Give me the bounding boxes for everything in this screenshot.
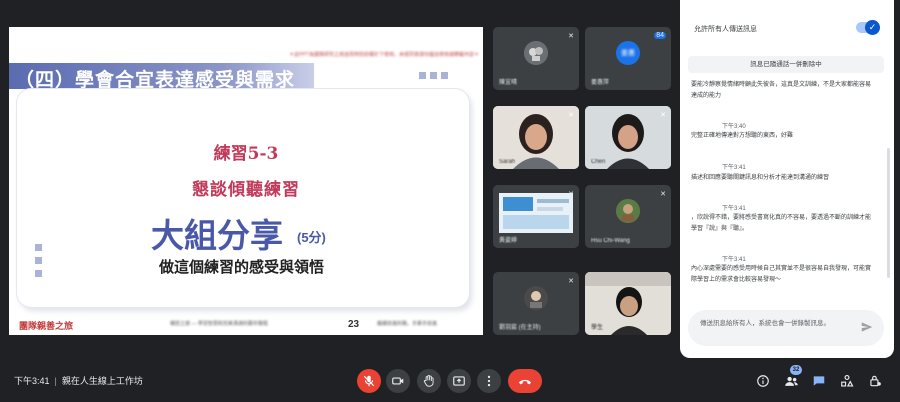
slide-decoration (35, 244, 42, 251)
slide-page-number: 23 (348, 319, 360, 330)
participant-tile[interactable]: 學生 (585, 272, 671, 335)
more-options-button[interactable] (477, 369, 501, 393)
slide-decoration (441, 72, 448, 79)
participant-tile[interactable]: ✕ Chen (585, 106, 671, 169)
slide-footer-logo: 團隊親善之旅 (19, 321, 74, 331)
hand-icon (423, 374, 434, 387)
chat-message-time: 下午3:40 (722, 124, 746, 130)
mic-muted-icon: ✕ (568, 33, 574, 40)
participant-tile[interactable]: ✕ 黃姿婷 (493, 185, 579, 248)
mic-toggle-button[interactable] (357, 369, 381, 393)
current-time: 下午3:41 (14, 376, 50, 386)
avatar (524, 286, 548, 310)
chat-message: 要能冷靜察覺情緒時顧此失彼各，這真是文訓練，不是大家都能容易達成的能力 (691, 82, 872, 99)
participant-name: 黃姿婷 (499, 238, 518, 244)
slide-decoration (419, 72, 426, 79)
chat-message-time: 下午3:41 (722, 165, 746, 171)
participant-tile[interactable]: ✕ Hsu Chi-Wang (585, 185, 671, 248)
slide-decoration (430, 72, 437, 79)
slide-body-text: 做這個練習的感受與領悟 (159, 259, 325, 276)
chat-panel: 允許所有人傳送訊息 ✓ 訊息已隨通話一併刪除中 要能冷靜察覺情緒時顧此失彼各，這… (680, 0, 894, 358)
end-call-icon (519, 379, 531, 385)
allow-messages-toggle[interactable]: ✓ (856, 20, 880, 35)
chat-message: 描述和回應要聽關鍵訊息和分析才能達到溝通的練習 (691, 175, 830, 181)
camera-toggle-button[interactable] (386, 369, 410, 393)
more-vert-icon (487, 375, 491, 387)
chat-message: 完整正確地傳達對方想聽的東西，好難 (691, 133, 794, 139)
avatar (616, 199, 640, 223)
slide-title: （四）學會合宜表達感受與需求 (15, 69, 296, 91)
chat-message-time: 下午3:41 (722, 257, 746, 263)
chat-message-input[interactable]: 傳送訊息給所有人，系統也會一併錄製訊息。 (700, 318, 850, 329)
chat-message-time: 下午3:41 (722, 206, 746, 212)
participant-name: Hsu Chi-Wang (591, 238, 630, 244)
meeting-info: 下午3:41 | 親在人生線上工作坊 (14, 374, 143, 387)
mic-muted-icon: ✕ (660, 112, 666, 119)
send-icon[interactable] (860, 320, 874, 334)
mic-muted-icon: ✕ (568, 112, 574, 119)
participant-name: Sarah (499, 159, 516, 165)
presentation-slide: ＊此PPT為團隊研究之用途而特別授權於下使用，未經同意請勿擅自使用或轉載內容＊ … (9, 27, 483, 335)
leave-call-button[interactable] (508, 369, 542, 393)
avatar (524, 41, 548, 65)
speaking-badge: 84 (654, 32, 666, 39)
participant-tile[interactable]: ✕ 陳宜晴 (493, 27, 579, 90)
lock-person-icon (870, 375, 881, 387)
mic-muted-icon: ✕ (568, 191, 574, 198)
participant-tile[interactable]: 姜惠 84 姜惠萍 (585, 27, 671, 90)
host-controls-button[interactable] (867, 373, 883, 389)
participant-name: 劉羽宸 (在主持) (499, 325, 541, 331)
mic-muted-icon: ✕ (568, 278, 574, 285)
participant-name: 學生 (591, 325, 604, 331)
chat-message: ，欣說得不錯，要將感受書寫化真的不容易，要透過不斷的訓練才能學習『說』與『聽』。 (691, 215, 872, 232)
participant-tile[interactable]: ✕ 劉羽宸 (在主持) (493, 272, 579, 335)
present-icon (453, 376, 465, 386)
mic-muted-icon: ✕ (660, 191, 666, 198)
chat-icon (813, 376, 825, 386)
meeting-details-button[interactable] (755, 373, 771, 389)
activities-icon (841, 374, 854, 387)
slide-footer-right-text: 繼續前進的路，手牽手前進 (377, 321, 438, 327)
slide-decoration (35, 257, 42, 264)
allow-messages-label: 允許所有人傳送訊息 (694, 26, 757, 33)
profile-photo-icon (616, 199, 640, 223)
activities-button[interactable] (839, 373, 855, 389)
check-icon: ✓ (865, 20, 880, 35)
mic-off-icon (363, 375, 375, 387)
chat-composer[interactable]: 傳送訊息給所有人，系統也會一併錄製訊息。 (688, 310, 884, 346)
slide-exercise-title: 懇談傾聽練習 (192, 180, 300, 200)
slide-footer-text: 親密之旅 — 學習智慧和完美溝通的艱辛路程 (170, 321, 268, 327)
chat-scrollbar[interactable] (887, 148, 890, 278)
meeting-name: 親在人生線上工作坊 (61, 376, 143, 386)
info-icon (757, 375, 769, 387)
chat-button[interactable] (811, 373, 827, 389)
people-icon (784, 376, 798, 386)
present-screen-button[interactable] (447, 369, 471, 393)
avatar: 姜惠 (616, 41, 640, 65)
slide-share-minutes: (5分) (297, 230, 326, 245)
camera-icon (392, 377, 404, 385)
people-button[interactable] (783, 373, 799, 389)
participant-name: Chen (591, 159, 606, 165)
chat-notice-banner: 訊息已隨通話一併刪除中 (688, 56, 884, 73)
participant-name: 陳宜晴 (499, 80, 518, 86)
participant-tile[interactable]: ✕ Sarah (493, 106, 579, 169)
separator: | (54, 376, 57, 386)
pet-photo-icon (524, 41, 548, 65)
slide-share-heading: 大組分享 (151, 217, 283, 254)
chat-message: 內心深處需要的感受用時候自己其實並不是很容易自我發現，可能實際學習上的需求會比較… (691, 266, 872, 283)
raise-hand-button[interactable] (417, 369, 441, 393)
slide-decoration (35, 270, 42, 277)
participant-name: 姜惠萍 (591, 80, 610, 86)
slide-exercise-number: 練習5-3 (213, 144, 279, 164)
participant-count-badge: 32 (790, 365, 802, 375)
slide-note: ＊此PPT為團隊研究之用途而特別授權於下使用，未經同意請勿擅自使用或轉載內容＊ (289, 52, 479, 58)
profile-photo-icon (524, 286, 548, 310)
